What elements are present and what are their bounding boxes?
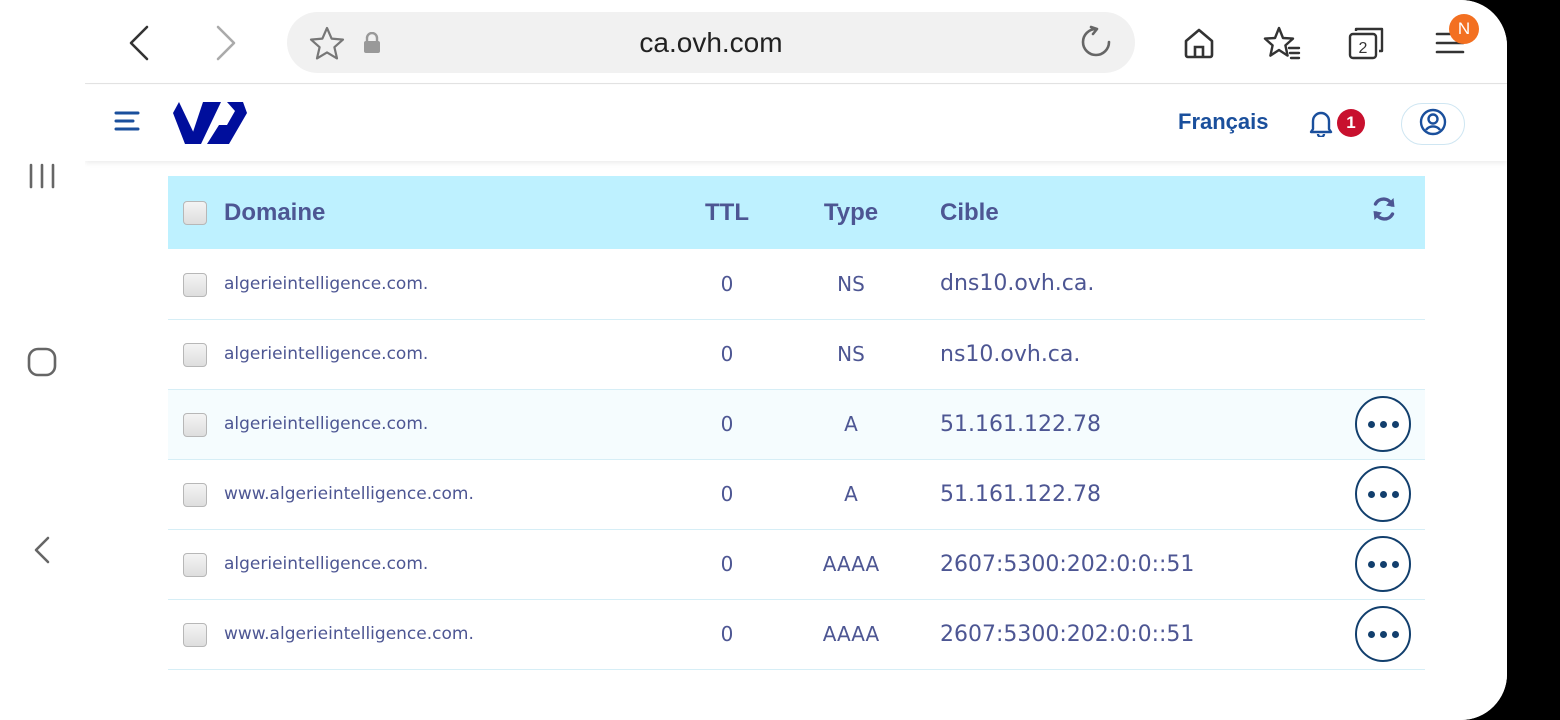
device-screen: ca.ovh.com 2 N Français 1 Domaine TTL Ty… <box>85 0 1507 720</box>
column-header-target[interactable]: Cible <box>921 176 1351 249</box>
home-icon[interactable] <box>20 340 64 384</box>
row-domain: www.algerieintelligence.com. <box>224 624 474 644</box>
tabs-icon[interactable]: 2 <box>1343 20 1389 66</box>
recent-apps-icon[interactable] <box>20 154 64 198</box>
row-checkbox[interactable] <box>183 482 207 507</box>
browser-home-icon[interactable] <box>1176 20 1222 66</box>
tab-count: 2 <box>1359 40 1368 57</box>
ovh-header: Français 1 <box>85 85 1507 161</box>
row-domain: algerieintelligence.com. <box>224 414 429 434</box>
more-icon <box>1367 490 1375 498</box>
row-ttl: 0 <box>720 482 734 506</box>
table-row: algerieintelligence.com. 0 NS ns10.ovh.c… <box>168 319 1425 389</box>
table-row: www.algerieintelligence.com. 0 A 51.161.… <box>168 459 1425 529</box>
system-navigation-bar <box>0 0 85 720</box>
row-target: 51.161.122.78 <box>940 411 1101 437</box>
select-all-checkbox[interactable] <box>183 201 207 226</box>
notification-count-badge: 1 <box>1337 109 1365 137</box>
address-bar[interactable]: ca.ovh.com <box>287 12 1135 73</box>
row-target: 51.161.122.78 <box>940 481 1101 507</box>
table-row: algerieintelligence.com. 0 AAAA 2607:530… <box>168 529 1425 599</box>
row-type: AAAA <box>822 552 880 576</box>
column-header-domain[interactable]: Domaine <box>224 176 673 249</box>
user-icon <box>1419 108 1447 140</box>
bookmarks-icon[interactable] <box>1259 20 1305 66</box>
table-row: www.algerieintelligence.com. 0 AAAA 2607… <box>168 599 1425 669</box>
row-domain: algerieintelligence.com. <box>224 344 429 364</box>
row-type: AAAA <box>822 622 880 646</box>
url-text[interactable]: ca.ovh.com <box>287 12 1135 73</box>
table-row: algerieintelligence.com. 0 A 51.161.122.… <box>168 389 1425 459</box>
table-row: algerieintelligence.com. 0 NS dns10.ovh.… <box>168 249 1425 319</box>
row-checkbox[interactable] <box>183 272 207 297</box>
row-target: 2607:5300:202:0:0::51 <box>940 551 1195 577</box>
row-actions-button[interactable] <box>1355 606 1411 662</box>
table-header-row: Domaine TTL Type Cible <box>168 176 1425 249</box>
dns-zone-content: Domaine TTL Type Cible algerieintelligen… <box>85 161 1507 720</box>
row-ttl: 0 <box>720 552 734 576</box>
row-ttl: 0 <box>720 622 734 646</box>
more-icon <box>1367 560 1375 568</box>
row-domain: www.algerieintelligence.com. <box>224 484 474 504</box>
row-target: 2607:5300:202:0:0::51 <box>940 621 1195 647</box>
row-type: A <box>844 482 858 506</box>
ovh-logo[interactable] <box>171 99 249 151</box>
row-type: NS <box>837 271 865 296</box>
user-account-button[interactable] <box>1401 103 1465 145</box>
more-icon <box>1367 420 1375 428</box>
row-checkbox[interactable] <box>183 342 207 367</box>
more-icon <box>1367 630 1375 638</box>
browser-toolbar: ca.ovh.com 2 N <box>85 0 1507 84</box>
column-header-ttl[interactable]: TTL <box>673 176 781 249</box>
row-actions-button[interactable] <box>1355 466 1411 522</box>
dns-records-table: Domaine TTL Type Cible algerieintelligen… <box>168 176 1425 670</box>
row-ttl: 0 <box>720 342 734 366</box>
chevron-right-icon[interactable] <box>203 20 249 66</box>
row-actions-button[interactable] <box>1355 536 1411 592</box>
row-ttl: 0 <box>720 412 734 436</box>
row-ttl: 0 <box>720 271 734 296</box>
row-checkbox[interactable] <box>183 552 207 577</box>
row-checkbox[interactable] <box>183 412 207 437</box>
profile-badge: N <box>1449 14 1479 44</box>
refresh-icon[interactable] <box>1371 196 1397 229</box>
row-type: NS <box>837 342 865 366</box>
column-header-type[interactable]: Type <box>781 176 921 249</box>
reload-icon[interactable] <box>1079 25 1113 63</box>
row-actions-button[interactable] <box>1355 396 1411 452</box>
bell-icon[interactable] <box>1309 109 1333 141</box>
row-target: ns10.ovh.ca. <box>940 341 1081 367</box>
row-target: dns10.ovh.ca. <box>940 271 1095 297</box>
row-domain: algerieintelligence.com. <box>224 554 429 574</box>
row-domain: algerieintelligence.com. <box>224 273 429 294</box>
back-icon[interactable] <box>20 528 64 572</box>
row-type: A <box>844 412 858 436</box>
row-checkbox[interactable] <box>183 622 207 647</box>
language-selector[interactable]: Français <box>1178 109 1269 135</box>
chevron-left-icon[interactable] <box>116 20 162 66</box>
hamburger-menu-icon[interactable] <box>113 107 143 137</box>
